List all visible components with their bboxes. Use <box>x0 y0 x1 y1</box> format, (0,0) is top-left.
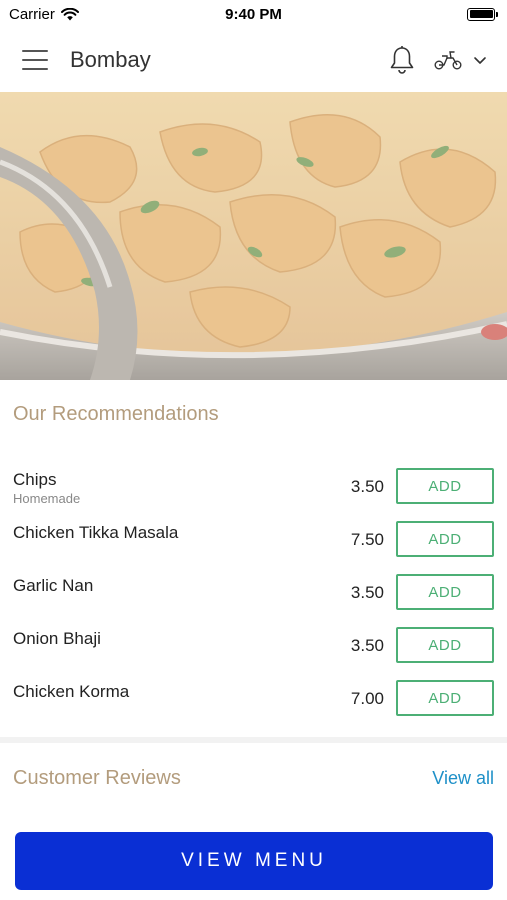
recommendations-title: Our Recommendations <box>13 403 219 425</box>
restaurant-title: Bombay <box>70 47 151 72</box>
view-menu-button[interactable]: VIEW MENU <box>15 832 493 890</box>
recommendations-list: Chips Homemade 3.50 ADD Chicken Tikka Ma… <box>0 462 507 727</box>
status-left: Carrier <box>9 6 79 23</box>
item-subtitle: Homemade <box>13 491 81 506</box>
menu-item: Garlic Nan 3.50 ADD <box>0 568 507 621</box>
wifi-icon <box>60 7 79 20</box>
item-price: 3.50 <box>350 636 384 655</box>
item-name: Garlic Nan <box>13 576 94 595</box>
bell-icon <box>390 46 414 74</box>
battery-icon <box>467 7 498 21</box>
header-actions <box>389 45 487 75</box>
carrier-label: Carrier <box>9 5 55 23</box>
menu-item: Chicken Tikka Masala 7.50 ADD <box>0 515 507 568</box>
notifications-button[interactable] <box>389 45 415 75</box>
item-price: 7.00 <box>350 689 384 708</box>
item-name: Chips <box>13 470 57 489</box>
section-divider <box>0 737 507 743</box>
item-price: 7.50 <box>350 530 384 549</box>
scooter-icon <box>434 51 462 70</box>
item-name: Onion Bhaji <box>13 629 101 648</box>
reviews-title: Customer Reviews <box>13 767 181 789</box>
add-button[interactable]: ADD <box>396 521 494 557</box>
item-name: Chicken Korma <box>13 682 130 701</box>
item-price: 3.50 <box>350 477 384 496</box>
app-header: Bombay <box>0 28 507 92</box>
delivery-mode-selector[interactable] <box>433 49 487 71</box>
menu-item: Onion Bhaji 3.50 ADD <box>0 621 507 674</box>
item-price: 3.50 <box>350 583 384 602</box>
hero-image <box>0 92 507 380</box>
add-button[interactable]: ADD <box>396 468 494 504</box>
item-name: Chicken Tikka Masala <box>13 523 179 542</box>
add-button[interactable]: ADD <box>396 680 494 716</box>
add-button[interactable]: ADD <box>396 627 494 663</box>
menu-item: Chips Homemade 3.50 ADD <box>0 462 507 515</box>
chevron-down-icon <box>474 57 486 64</box>
curry-dish-image <box>0 92 507 380</box>
menu-item: Chicken Korma 7.00 ADD <box>0 674 507 727</box>
add-button[interactable]: ADD <box>396 574 494 610</box>
view-all-reviews-link[interactable]: View all <box>432 768 494 789</box>
status-bar: Carrier 9:40 PM <box>0 0 507 28</box>
menu-icon[interactable] <box>22 50 48 70</box>
